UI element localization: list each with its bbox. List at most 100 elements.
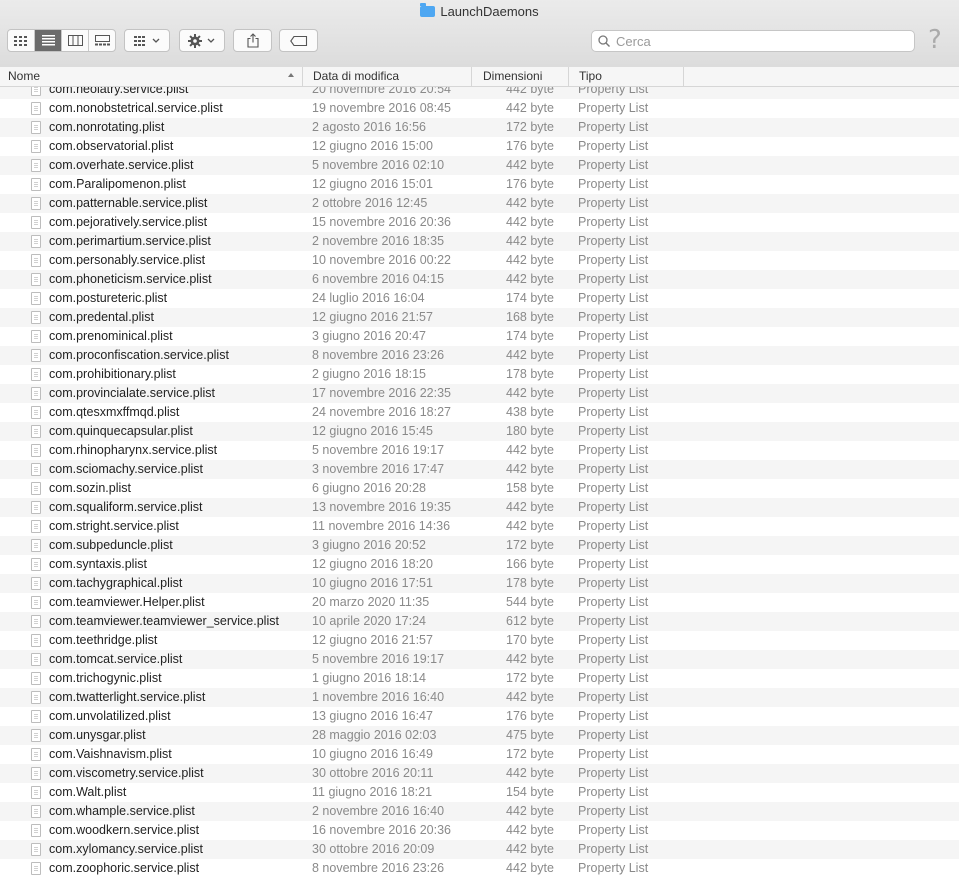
file-name: com.Walt.plist	[49, 785, 127, 799]
file-size: 172 byte	[506, 671, 554, 685]
file-row[interactable]: com.rhinopharynx.service.plist 5 novembre…	[0, 441, 959, 460]
file-row[interactable]: com.viscometry.service.plist 30 ottobre 2…	[0, 764, 959, 783]
column-header-date[interactable]: Data di modifica	[307, 67, 472, 86]
file-date-modified: 12 giugno 2016 21:57	[312, 310, 433, 324]
icon-view-button[interactable]	[8, 30, 35, 51]
file-size: 442 byte	[506, 443, 554, 457]
file-row[interactable]: com.Paralipomenon.plist 12 giugno 2016 15…	[0, 175, 959, 194]
file-row[interactable]: com.personably.service.plist 10 novembre …	[0, 251, 959, 270]
file-name: com.squaliform.service.plist	[49, 500, 203, 514]
file-kind: Property List	[578, 614, 649, 628]
file-row[interactable]: com.predental.plist 12 giugno 2016 21:57 1…	[0, 308, 959, 327]
search-input[interactable]	[614, 32, 908, 50]
file-kind: Property List	[578, 329, 649, 343]
view-mode-segmented-control	[7, 29, 116, 52]
sort-ascending-icon	[288, 73, 294, 77]
file-row[interactable]: com.teamviewer.teamviewer_service.plist 1…	[0, 612, 959, 631]
file-date-modified: 2 giugno 2016 18:15	[312, 367, 426, 381]
file-name: com.prenominical.plist	[49, 329, 173, 343]
column-header-kind[interactable]: Tipo	[573, 67, 684, 86]
file-date-modified: 3 novembre 2016 17:47	[312, 462, 445, 476]
plist-document-icon	[31, 254, 41, 267]
plist-document-icon	[31, 805, 41, 818]
file-date-modified: 2 novembre 2016 18:35	[312, 234, 445, 248]
file-name: com.perimartium.service.plist	[49, 234, 211, 248]
share-button[interactable]	[233, 29, 272, 52]
file-name: com.woodkern.service.plist	[49, 823, 200, 837]
file-row[interactable]: com.subpeduncle.plist 3 giugno 2016 20:52…	[0, 536, 959, 555]
column-header-size[interactable]: Dimensioni	[477, 67, 569, 86]
file-row[interactable]: com.qtesxmxffmqd.plist 24 novembre 2016 1…	[0, 403, 959, 422]
file-date-modified: 13 giugno 2016 16:47	[312, 709, 433, 723]
plist-document-icon	[31, 178, 41, 191]
gallery-view-button[interactable]	[89, 30, 115, 51]
file-row[interactable]: com.xylomancy.service.plist 30 ottobre 20…	[0, 840, 959, 859]
file-name: com.tachygraphical.plist	[49, 576, 183, 590]
group-by-button[interactable]	[124, 29, 170, 52]
column-view-button[interactable]	[62, 30, 89, 51]
file-row[interactable]: com.provincialate.service.plist 17 novemb…	[0, 384, 959, 403]
file-row[interactable]: com.zoophoric.service.plist 8 novembre 20…	[0, 859, 959, 877]
search-field[interactable]	[591, 30, 915, 52]
plist-document-icon	[31, 140, 41, 153]
file-size: 442 byte	[506, 861, 554, 875]
file-row[interactable]: com.observatorial.plist 12 giugno 2016 15…	[0, 137, 959, 156]
file-row[interactable]: com.tomcat.service.plist 5 novembre 2016 …	[0, 650, 959, 669]
file-row[interactable]: com.stright.service.plist 11 novembre 201…	[0, 517, 959, 536]
file-row[interactable]: com.trichogynic.plist 1 giugno 2016 18:14…	[0, 669, 959, 688]
file-row[interactable]: com.tachygraphical.plist 10 giugno 2016 1…	[0, 574, 959, 593]
file-row[interactable]: com.unysgar.plist 28 maggio 2016 02:03 475…	[0, 726, 959, 745]
file-kind: Property List	[578, 785, 649, 799]
file-date-modified: 10 novembre 2016 00:22	[312, 253, 451, 267]
plist-document-icon	[31, 216, 41, 229]
file-kind: Property List	[578, 728, 649, 742]
file-row[interactable]: com.teamviewer.Helper.plist 20 marzo 2020…	[0, 593, 959, 612]
file-row[interactable]: com.phoneticism.service.plist 6 novembre …	[0, 270, 959, 289]
file-row[interactable]: com.perimartium.service.plist 2 novembre …	[0, 232, 959, 251]
file-size: 178 byte	[506, 367, 554, 381]
file-row[interactable]: com.proconfiscation.service.plist 8 novem…	[0, 346, 959, 365]
file-row[interactable]: com.patternable.service.plist 2 ottobre 2…	[0, 194, 959, 213]
file-kind: Property List	[578, 310, 649, 324]
column-header-size-label: Dimensioni	[483, 69, 543, 83]
file-row[interactable]: com.prohibitionary.plist 2 giugno 2016 18…	[0, 365, 959, 384]
file-kind: Property List	[578, 348, 649, 362]
file-row[interactable]: com.Vaishnavism.plist 10 giugno 2016 16:4…	[0, 745, 959, 764]
file-name: com.subpeduncle.plist	[49, 538, 173, 552]
file-kind: Property List	[578, 443, 649, 457]
window-title: LaunchDaemons	[0, 3, 959, 19]
column-header-kind-label: Tipo	[579, 69, 602, 83]
tag-button[interactable]	[279, 29, 318, 52]
file-row[interactable]: com.Walt.plist 11 giugno 2016 18:21 154 by…	[0, 783, 959, 802]
file-row[interactable]: com.pejoratively.service.plist 15 novembr…	[0, 213, 959, 232]
help-icon[interactable]: ?	[928, 25, 942, 55]
file-size: 442 byte	[506, 652, 554, 666]
file-kind: Property List	[578, 557, 649, 571]
file-kind: Property List	[578, 747, 649, 761]
file-date-modified: 8 novembre 2016 23:26	[312, 348, 445, 362]
file-row[interactable]: com.woodkern.service.plist 16 novembre 20…	[0, 821, 959, 840]
plist-document-icon	[31, 501, 41, 514]
file-row[interactable]: com.whample.service.plist 2 novembre 2016…	[0, 802, 959, 821]
file-row[interactable]: com.twatterlight.service.plist 1 novembre…	[0, 688, 959, 707]
file-size: 170 byte	[506, 633, 554, 647]
file-kind: Property List	[578, 861, 649, 875]
file-size: 174 byte	[506, 329, 554, 343]
file-row[interactable]: com.squaliform.service.plist 13 novembre …	[0, 498, 959, 517]
file-row[interactable]: com.sciomachy.service.plist 3 novembre 20…	[0, 460, 959, 479]
file-row[interactable]: com.sozin.plist 6 giugno 2016 20:28 158 by…	[0, 479, 959, 498]
file-row[interactable]: com.nonobstetrical.service.plist 19 novem…	[0, 99, 959, 118]
file-row[interactable]: com.teethridge.plist 12 giugno 2016 21:57…	[0, 631, 959, 650]
action-menu-button[interactable]	[179, 29, 225, 52]
column-header-name[interactable]: Nome	[2, 67, 303, 86]
file-row[interactable]: com.unvolatilized.plist 13 giugno 2016 16…	[0, 707, 959, 726]
file-row[interactable]: com.nonrotating.plist 2 agosto 2016 16:56…	[0, 118, 959, 137]
file-row[interactable]: com.prenominical.plist 3 giugno 2016 20:4…	[0, 327, 959, 346]
list-view-button[interactable]	[35, 30, 62, 51]
file-row[interactable]: com.postureteric.plist 24 luglio 2016 16:…	[0, 289, 959, 308]
file-row[interactable]: com.overhate.service.plist 5 novembre 201…	[0, 156, 959, 175]
file-name: com.Paralipomenon.plist	[49, 177, 186, 191]
file-row[interactable]: com.syntaxis.plist 12 giugno 2016 18:20 16…	[0, 555, 959, 574]
file-row[interactable]: com.quinquecapsular.plist 12 giugno 2016 …	[0, 422, 959, 441]
file-name: com.provincialate.service.plist	[49, 386, 216, 400]
